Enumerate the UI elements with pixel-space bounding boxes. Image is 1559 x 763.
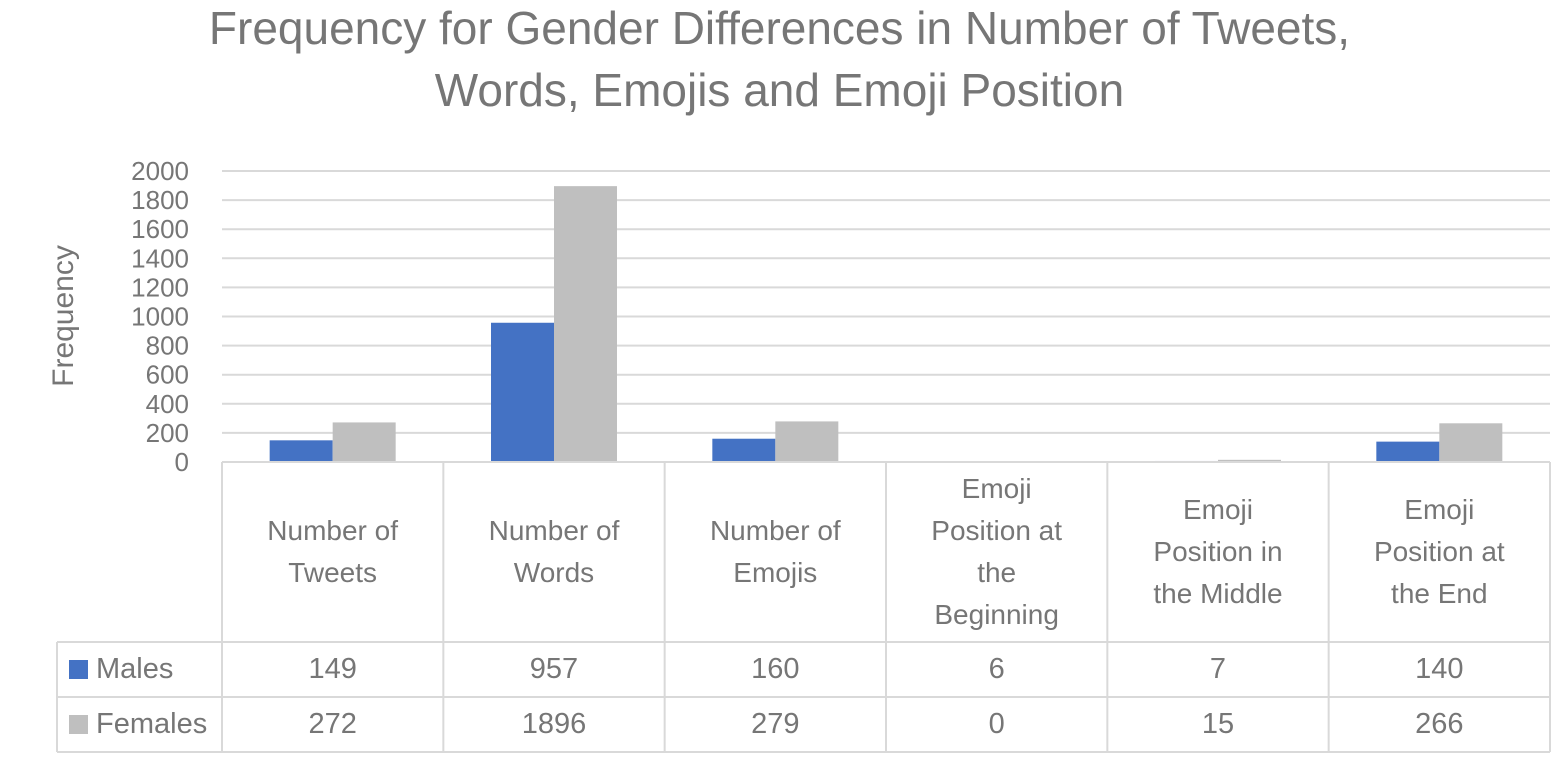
table-cell-females: 272	[308, 708, 357, 740]
table-cell-males: 140	[1415, 653, 1464, 685]
legend-label: Females	[96, 708, 208, 740]
y-tick-label: 1800	[131, 185, 189, 215]
y-tick-label: 400	[146, 389, 189, 419]
y-tick-label: 2000	[131, 156, 189, 186]
table-cell-females: 15	[1201, 708, 1235, 740]
table-cell-males: 7	[1209, 653, 1227, 685]
y-tick-label: 800	[146, 331, 189, 361]
y-tick-label: 600	[146, 360, 189, 390]
bar-females-2	[775, 421, 839, 462]
bar-females-5	[1439, 423, 1503, 462]
y-tick-label: 1600	[131, 214, 189, 244]
y-tick-label: 200	[146, 418, 189, 448]
table-cell-males: 160	[751, 653, 800, 685]
bar-males-0	[269, 440, 333, 462]
table-cell-males: 149	[308, 653, 357, 685]
bar-males-5	[1376, 441, 1440, 462]
x-category-label: Number of Tweets	[267, 515, 399, 588]
legend-swatch	[69, 715, 88, 734]
x-category-label: Emoji Position in the Middle	[1153, 494, 1283, 609]
legend-label: Males	[96, 653, 174, 685]
bar-males-2	[712, 438, 776, 462]
x-category-label: Number of Emojis	[709, 515, 841, 588]
legend-swatch	[69, 660, 88, 679]
table-cell-females: 1896	[521, 708, 587, 740]
legend-entry-males: Males	[57, 642, 222, 697]
table-cell-males: 6	[988, 653, 1005, 685]
bar-females-0	[332, 422, 396, 462]
bar-females-1	[554, 186, 617, 462]
table-cell-females: 266	[1415, 708, 1464, 740]
table-cell-males: 957	[529, 653, 579, 685]
x-category-label: Emoji Position at the End	[1373, 494, 1505, 609]
legend-entry-females: Females	[57, 697, 222, 752]
y-tick-label: 0	[175, 447, 189, 477]
y-tick-label: 1000	[131, 302, 189, 332]
x-category-label: Emoji Position at the Beginning	[931, 473, 1063, 630]
x-category-label: Number of Words	[488, 515, 620, 588]
y-tick-label: 1400	[131, 243, 189, 273]
table-cell-females: 0	[988, 708, 1005, 740]
y-tick-label: 1200	[131, 272, 189, 302]
bar-males-1	[491, 322, 554, 462]
table-cell-females: 279	[751, 708, 800, 740]
